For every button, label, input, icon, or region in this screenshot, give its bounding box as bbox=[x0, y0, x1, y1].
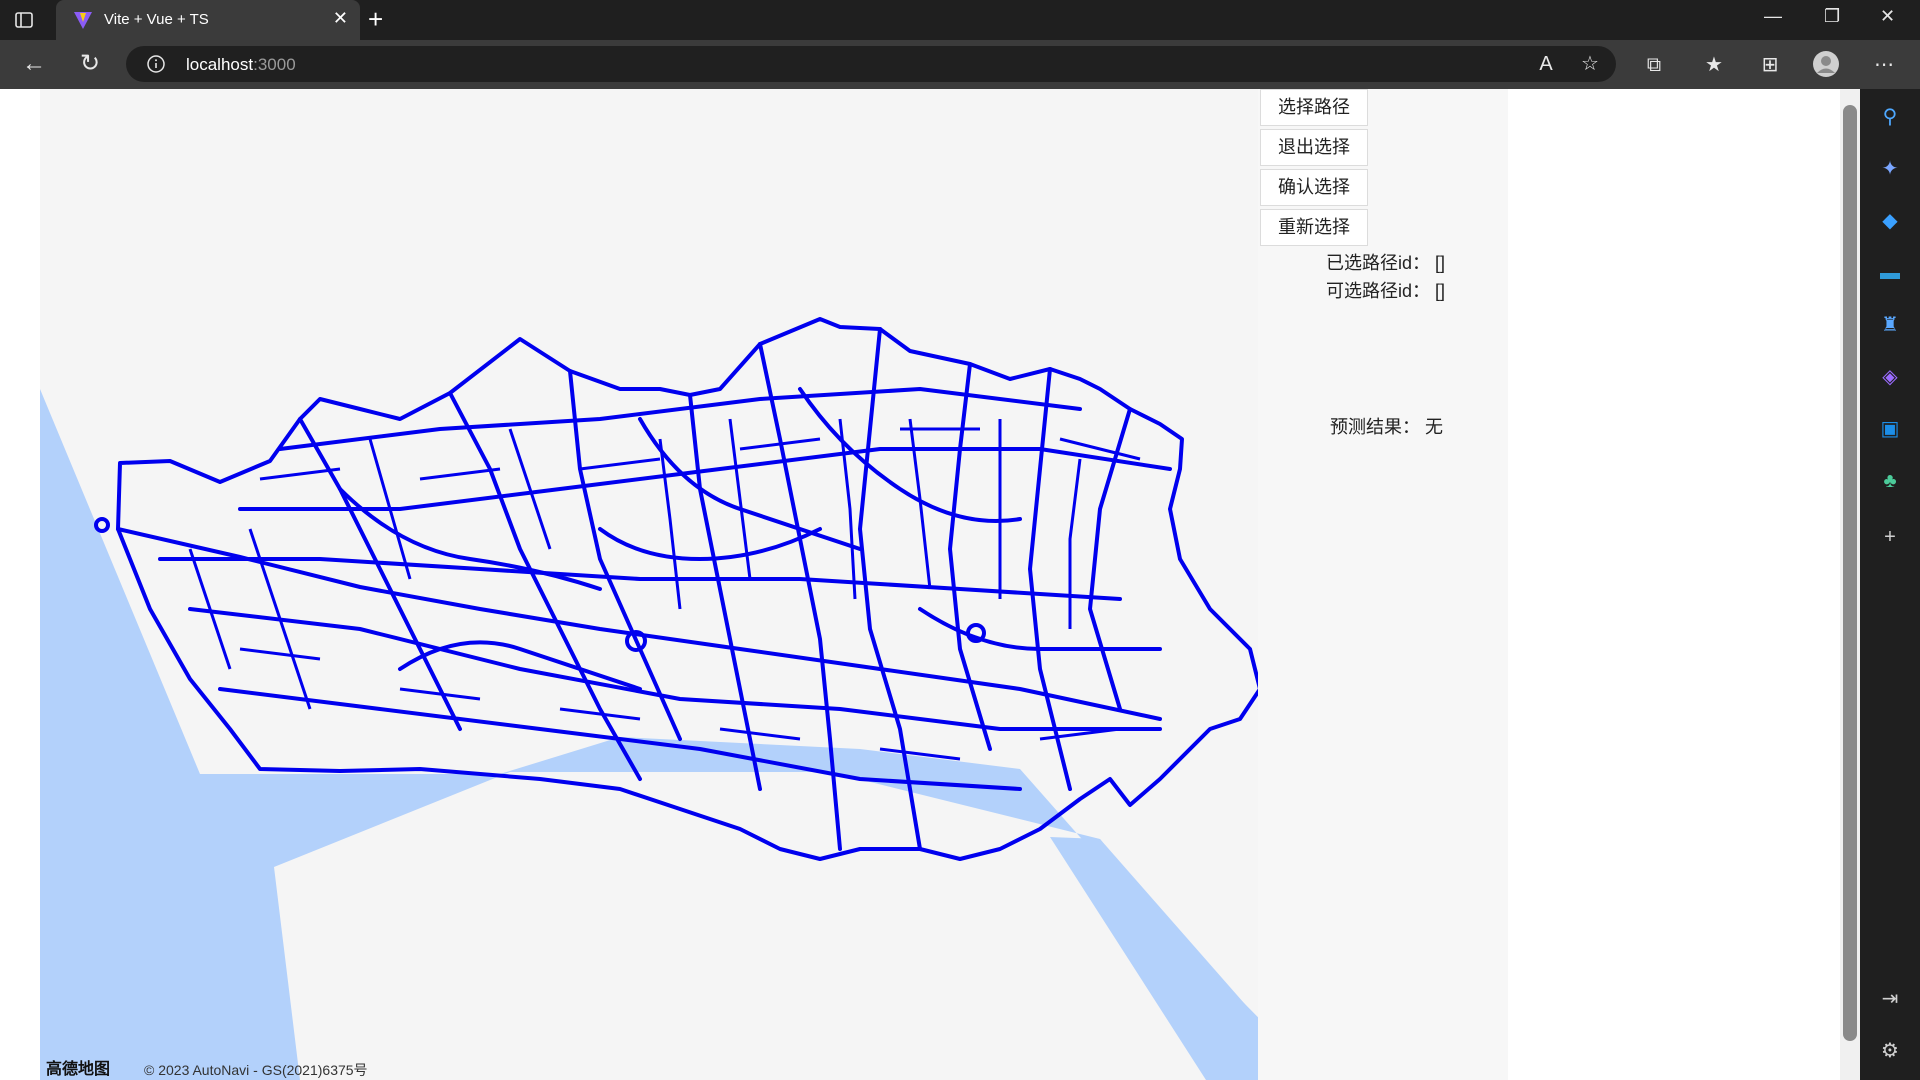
drop-tree-icon[interactable]: ♣ bbox=[1878, 469, 1902, 493]
outlook-icon[interactable]: ▣ bbox=[1878, 417, 1902, 441]
selected-route-ids: 已选路径id： [] bbox=[1326, 249, 1445, 275]
close-window-icon[interactable]: ✕ bbox=[1880, 6, 1895, 27]
favorite-add-icon[interactable]: ☆ bbox=[1578, 52, 1602, 76]
browser-tab[interactable]: Vite + Vue + TS ✕ bbox=[56, 0, 360, 40]
available-value: [] bbox=[1435, 281, 1446, 301]
profile-icon[interactable] bbox=[1812, 50, 1839, 77]
microsoft-365-icon[interactable]: ◈ bbox=[1878, 365, 1902, 389]
extensions-icon[interactable]: ⧉ bbox=[1642, 53, 1666, 77]
selected-value: [] bbox=[1435, 253, 1446, 273]
read-aloud-icon[interactable]: A bbox=[1534, 52, 1558, 76]
games-icon[interactable]: ♜ bbox=[1878, 313, 1902, 337]
shopping-tag-icon[interactable]: ◆ bbox=[1878, 209, 1902, 233]
confirm-select-button[interactable]: 确认选择 bbox=[1260, 169, 1368, 206]
select-route-button[interactable]: 选择路径 bbox=[1260, 89, 1368, 126]
address-port: :3000 bbox=[253, 55, 296, 74]
tab-close-icon[interactable]: ✕ bbox=[333, 8, 348, 29]
tab-title: Vite + Vue + TS bbox=[104, 11, 209, 28]
info-icon[interactable] bbox=[146, 54, 166, 79]
address-host: localhost bbox=[186, 55, 254, 74]
collections-icon[interactable]: ⊞ bbox=[1758, 53, 1782, 77]
map-canvas[interactable]: 高德地图 © 2023 AutoNavi - GS(2021)6375号 bbox=[40, 89, 1258, 1080]
favorites-icon[interactable]: ★ bbox=[1702, 53, 1726, 77]
copilot-icon[interactable]: ✦ bbox=[1878, 157, 1902, 181]
vite-logo-icon bbox=[72, 9, 94, 36]
edge-sidebar: ⚲ ✦ ◆ ▬ ♜ ◈ ▣ ♣ + ⇥ ⚙ bbox=[1860, 89, 1920, 1080]
minimize-icon[interactable]: — bbox=[1764, 6, 1782, 27]
refresh-icon[interactable]: ↻ bbox=[74, 48, 106, 80]
add-sidebar-icon[interactable]: + bbox=[1878, 525, 1902, 549]
restore-icon[interactable]: ❐ bbox=[1824, 6, 1840, 27]
address-url: localhost:3000 bbox=[186, 55, 296, 75]
tab-actions-icon[interactable] bbox=[12, 8, 36, 32]
prediction-label: 预测结果： bbox=[1330, 417, 1420, 437]
prediction-result: 预测结果： 无 bbox=[1330, 413, 1443, 439]
back-icon[interactable]: ← bbox=[18, 48, 50, 80]
title-bar: Vite + Vue + TS ✕ + — ❐ ✕ bbox=[0, 0, 1920, 40]
search-icon[interactable]: ⚲ bbox=[1878, 105, 1902, 129]
available-route-ids: 可选路径id： [] bbox=[1326, 277, 1445, 303]
map-copyright: © 2023 AutoNavi - GS(2021)6375号 bbox=[144, 1062, 368, 1078]
amap-logo: 高德地图 bbox=[46, 1061, 111, 1078]
address-bar[interactable]: localhost:3000 A ☆ bbox=[126, 46, 1616, 82]
water-right bbox=[1050, 837, 1258, 1080]
exit-select-button[interactable]: 退出选择 bbox=[1260, 129, 1368, 166]
settings-gear-icon[interactable]: ⚙ bbox=[1878, 1039, 1902, 1063]
page-content: 高德地图 © 2023 AutoNavi - GS(2021)6375号 选择路… bbox=[0, 89, 1840, 1080]
scrollbar-thumb[interactable] bbox=[1843, 105, 1857, 1041]
more-icon[interactable]: ⋯ bbox=[1872, 53, 1896, 77]
hide-sidebar-icon[interactable]: ⇥ bbox=[1878, 987, 1902, 1011]
prediction-value: 无 bbox=[1425, 417, 1444, 437]
page-scrollbar[interactable] bbox=[1840, 89, 1860, 1080]
new-tab-button[interactable]: + bbox=[368, 6, 383, 32]
tools-briefcase-icon[interactable]: ▬ bbox=[1878, 261, 1902, 285]
available-label: 可选路径id： bbox=[1326, 281, 1431, 301]
reselect-button[interactable]: 重新选择 bbox=[1260, 209, 1368, 246]
browser-toolbar: ← ↻ localhost:3000 A ☆ ⧉ ★ ⊞ ⋯ bbox=[0, 40, 1920, 89]
selected-label: 已选路径id： bbox=[1326, 253, 1431, 273]
map-svg bbox=[40, 317, 1258, 1080]
